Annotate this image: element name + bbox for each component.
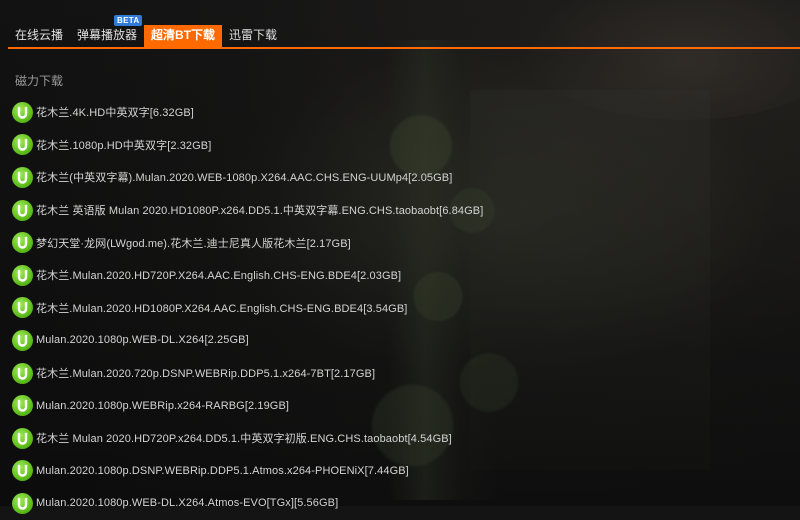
- download-item-label: 花木兰.4K.HD中英双字[6.32GB]: [36, 107, 194, 120]
- tab-cloud-play[interactable]: 在线云播: [8, 25, 70, 47]
- download-item[interactable]: 花木兰.Mulan.2020.HD720P.X264.AAC.English.C…: [12, 259, 792, 292]
- download-item[interactable]: 花木兰(中英双字幕).Mulan.2020.WEB-1080p.X264.AAC…: [12, 161, 792, 194]
- tab-label: 在线云播: [15, 28, 64, 42]
- download-item-label: Mulan.2020.1080p.DSNP.WEBRip.DDP5.1.Atmo…: [36, 464, 409, 477]
- download-list: 花木兰.4K.HD中英双字[6.32GB] 花木兰.1080p.HD中英双字[2.…: [12, 96, 792, 520]
- utorrent-icon: [12, 232, 33, 254]
- tab-label: 超清BT下载: [151, 28, 216, 42]
- download-item[interactable]: Mulan.2020.1080p.WEB-DL.X264[2.25GB]: [12, 324, 792, 357]
- download-item[interactable]: Mulan.2020.1080p.WEBRip.x264-RARBG[2.19G…: [12, 389, 792, 422]
- download-item[interactable]: 花木兰 Mulan 2020.HD720P.x264.DD5.1.中英双字初版.…: [12, 422, 792, 455]
- tab-hd-bt-download[interactable]: 超清BT下载: [144, 25, 223, 47]
- download-item[interactable]: 花木兰 英语版 Mulan 2020.HD1080P.x264.DD5.1.中英…: [12, 194, 792, 227]
- download-item[interactable]: 花木兰.4K.HD中英双字[6.32GB]: [12, 96, 792, 129]
- download-item[interactable]: 梦幻天堂·龙网(LWgod.me).花木兰.迪士尼真人版花木兰[2.17GB]: [12, 226, 792, 259]
- utorrent-icon: [12, 492, 33, 514]
- tab-bar: 在线云播 弹幕播放器 BETA 超清BT下载 迅雷下载: [8, 15, 800, 49]
- download-item[interactable]: 花木兰.Mulan.2020.HD1080P.X264.AAC.English.…: [12, 292, 792, 325]
- download-item-label: Mulan.2020.1080p.WEBRip.x264-RARBG[2.19G…: [36, 399, 290, 412]
- utorrent-icon: [12, 101, 33, 123]
- tab-label: 弹幕播放器: [77, 28, 138, 42]
- download-item-label: 花木兰 英语版 Mulan 2020.HD1080P.x264.DD5.1.中英…: [36, 205, 484, 218]
- section-title: 磁力下载: [15, 74, 64, 88]
- utorrent-icon: [12, 199, 33, 221]
- download-item[interactable]: Mulan.2020.1080p.DSNP.WEBRip.DDP5.1.Atmo…: [12, 455, 792, 488]
- download-item-label: 花木兰 Mulan 2020.HD720P.x264.DD5.1.中英双字初版.…: [36, 433, 452, 446]
- utorrent-icon: [12, 166, 33, 188]
- utorrent-icon: [12, 297, 33, 319]
- download-item-label: 花木兰(中英双字幕).Mulan.2020.WEB-1080p.X264.AAC…: [36, 172, 453, 185]
- utorrent-icon: [12, 329, 33, 351]
- utorrent-icon: [12, 460, 33, 482]
- utorrent-icon: [12, 395, 33, 417]
- download-item-label: Mulan.2020.1080p.WEB-DL.X264.Atmos-EVO[T…: [36, 497, 339, 510]
- utorrent-icon: [12, 134, 33, 156]
- download-item-label: 花木兰.Mulan.2020.HD720P.X264.AAC.English.C…: [36, 270, 402, 283]
- download-item[interactable]: 花木兰.1080p.HD中英双字[2.32GB]: [12, 129, 792, 162]
- utorrent-icon: [12, 362, 33, 384]
- download-item-label: 花木兰.Mulan.2020.720p.DSNP.WEBRip.DDP5.1.x…: [36, 368, 376, 381]
- utorrent-icon: [12, 264, 33, 286]
- download-item[interactable]: Mulan.2020.1080p.WEB-DL.X264.Atmos-EVO[T…: [12, 487, 792, 520]
- utorrent-icon: [12, 427, 33, 449]
- download-item-label: 梦幻天堂·龙网(LWgod.me).花木兰.迪士尼真人版花木兰[2.17GB]: [36, 237, 351, 250]
- tab-label: 迅雷下载: [229, 28, 278, 42]
- beta-badge: BETA: [114, 15, 143, 26]
- download-item-label: 花木兰.Mulan.2020.HD1080P.X264.AAC.English.…: [36, 302, 408, 315]
- download-panel: 在线云播 弹幕播放器 BETA 超清BT下载 迅雷下载 磁力下载 花木兰.4K.…: [0, 0, 800, 514]
- tab-thunder-download[interactable]: 迅雷下载: [222, 25, 284, 47]
- download-item-label: 花木兰.1080p.HD中英双字[2.32GB]: [36, 139, 212, 152]
- tab-danmaku-player[interactable]: 弹幕播放器 BETA: [70, 15, 144, 47]
- download-item[interactable]: 花木兰.Mulan.2020.720p.DSNP.WEBRip.DDP5.1.x…: [12, 357, 792, 390]
- download-item-label: Mulan.2020.1080p.WEB-DL.X264[2.25GB]: [36, 334, 249, 347]
